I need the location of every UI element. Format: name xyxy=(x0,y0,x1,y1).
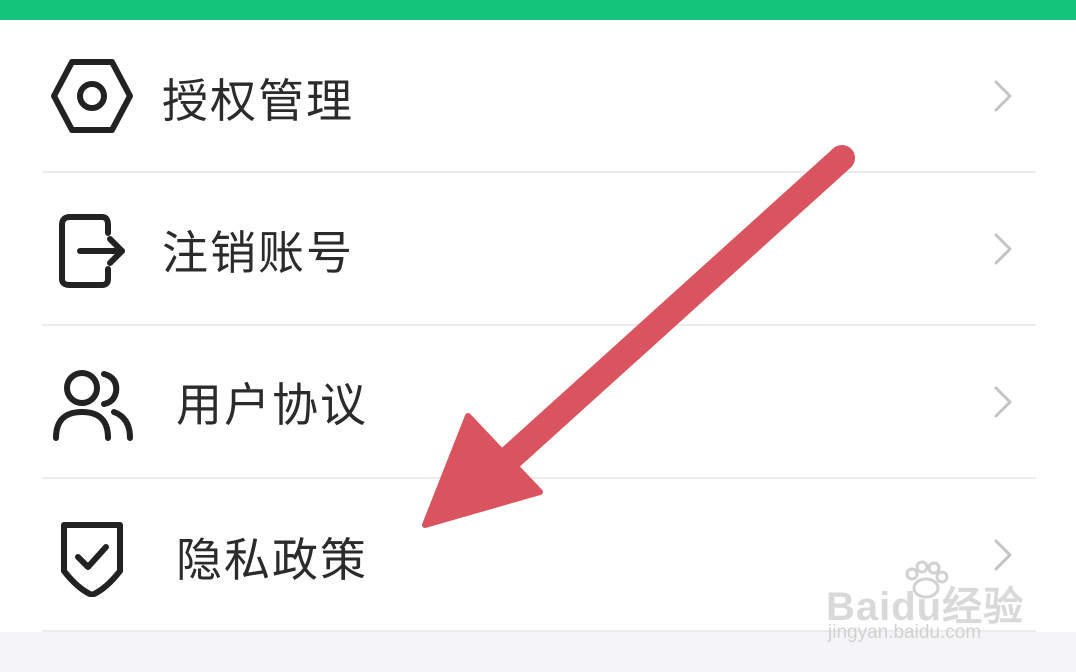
users-icon xyxy=(50,362,134,446)
menu-item-privacy-policy[interactable]: 隐私政策 xyxy=(0,479,1076,631)
hexagon-settings-icon xyxy=(50,54,134,138)
chevron-right-icon xyxy=(990,229,1018,269)
menu-item-label: 注销账号 xyxy=(162,226,354,280)
menu-item-label: 用户协议 xyxy=(176,378,368,432)
chevron-right-icon xyxy=(990,535,1018,575)
menu-item-label: 授权管理 xyxy=(162,74,354,128)
menu-item-authorization-management[interactable]: 授权管理 xyxy=(0,20,1076,172)
menu-item-user-agreement[interactable]: 用户协议 xyxy=(0,326,1076,478)
divider xyxy=(42,630,1036,632)
top-status-bar xyxy=(0,0,1076,20)
chevron-right-icon xyxy=(990,76,1018,116)
chevron-right-icon xyxy=(990,382,1018,422)
menu-item-cancel-account[interactable]: 注销账号 xyxy=(0,173,1076,325)
logout-icon xyxy=(50,207,134,291)
shield-check-icon xyxy=(50,513,134,597)
menu-item-label: 隐私政策 xyxy=(176,533,368,587)
